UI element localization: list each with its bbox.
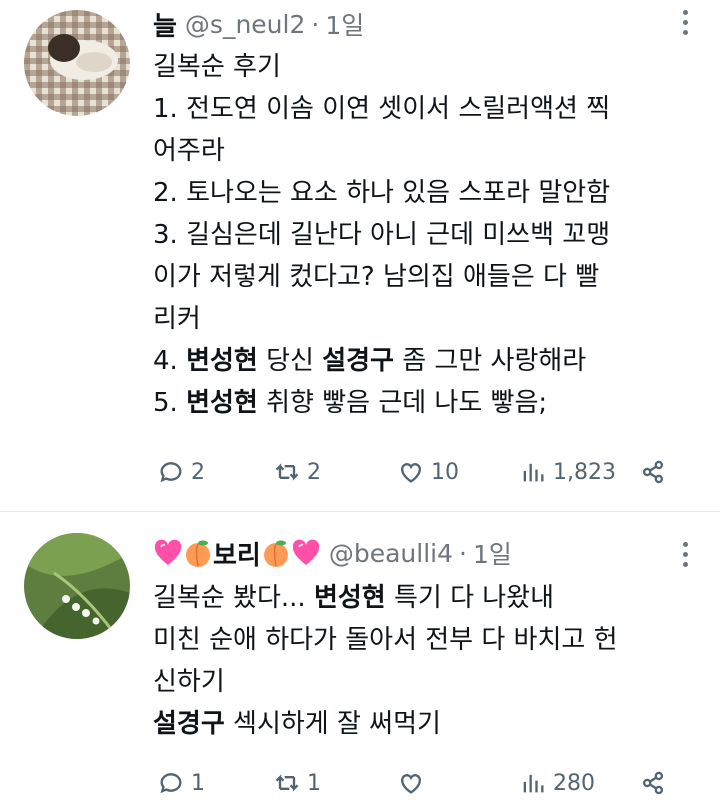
speech-bubble-icon bbox=[160, 773, 182, 794]
mention-bold: 변성현 bbox=[186, 388, 258, 418]
tweet-line: 설경구 섹시하게 잘 써먹기 bbox=[153, 709, 441, 739]
tweet-text: 길복순 후기 1. 전도연 이솜 이연 셋이서 스릴러액션 찍 어주라 2. 토… bbox=[153, 46, 698, 424]
tweet-actions: 2 2 10 1,823 bbox=[153, 452, 683, 492]
reply-button[interactable]: 2 bbox=[157, 452, 205, 492]
author-handle[interactable]: @s_neul2 bbox=[185, 10, 305, 39]
share-button[interactable] bbox=[639, 763, 667, 803]
tweet-line: 이가 저렇게 컸다고? 남의집 애들은 다 빨 bbox=[153, 262, 600, 292]
mention-bold: 변성현 bbox=[313, 583, 386, 613]
timestamp[interactable]: 1일 bbox=[473, 535, 512, 571]
like-button[interactable] bbox=[397, 763, 431, 803]
more-options-icon[interactable] bbox=[680, 10, 690, 35]
tweet-line: 미친 순애 하다가 돌아서 전부 다 바치고 헌 bbox=[153, 625, 618, 655]
tweet-line: 4. 변성현 당신 설경구 좀 그만 사랑해라 bbox=[153, 346, 587, 376]
share-icon bbox=[642, 460, 664, 484]
heart-outline-icon bbox=[401, 774, 421, 794]
author-name[interactable]: 보리 bbox=[213, 535, 261, 572]
tweet-line: 길복순 봤다... 변성현 특기 다 나왔내 bbox=[153, 583, 555, 613]
tweet-text: 길복순 봤다... 변성현 특기 다 나왔내 미친 순애 하다가 돌아서 전부 … bbox=[153, 577, 698, 745]
tweet-line: 3. 길심은데 길난다 아니 근데 미쓰백 꼬맹 bbox=[153, 220, 611, 250]
separator-dot: · bbox=[311, 9, 320, 39]
pink-heart-emoji bbox=[292, 539, 319, 565]
tweet-line: 1. 전도연 이솜 이연 셋이서 스릴러액션 찍 bbox=[153, 94, 611, 124]
tweet-line: 길복순 후기 bbox=[153, 52, 281, 82]
peach-emoji bbox=[263, 540, 288, 567]
speech-bubble-icon bbox=[160, 462, 182, 483]
tweet-header: 보리 @beaulli4 · 1일 bbox=[153, 533, 512, 573]
retweet-button[interactable]: 1 bbox=[273, 763, 321, 803]
tweet-header: 늘 @s_neul2 · 1일 bbox=[153, 4, 364, 44]
retweet-count: 2 bbox=[307, 459, 321, 485]
timestamp[interactable]: 1일 bbox=[325, 6, 364, 42]
bar-chart-icon bbox=[523, 463, 544, 482]
pink-heart-emoji bbox=[154, 539, 182, 565]
mention-bold: 설경구 bbox=[153, 709, 225, 739]
reply-count: 2 bbox=[191, 459, 205, 485]
share-button[interactable] bbox=[639, 452, 667, 492]
separator-dot: · bbox=[459, 538, 467, 568]
tweet[interactable]: 보리 @beaulli4 · 1일 길복순 봤다... 변성현 특기 다 나왔내… bbox=[0, 513, 720, 808]
retweet-count: 1 bbox=[307, 770, 321, 796]
like-count: 10 bbox=[431, 459, 459, 485]
views-button[interactable]: 280 bbox=[519, 763, 595, 803]
reply-count: 1 bbox=[191, 770, 205, 796]
mention-bold: 변성현 bbox=[186, 346, 258, 376]
tweet-line: 2. 토나오는 요소 하나 있음 스포라 말안함 bbox=[153, 178, 611, 208]
share-icon bbox=[642, 771, 664, 795]
reply-button[interactable]: 1 bbox=[157, 763, 205, 803]
avatar[interactable] bbox=[24, 533, 130, 639]
tweet-line: 어주라 bbox=[153, 136, 225, 166]
author-handle[interactable]: @beaulli4 bbox=[329, 539, 453, 568]
avatar[interactable] bbox=[24, 10, 130, 116]
like-button[interactable]: 10 bbox=[397, 452, 459, 492]
retweet-arrows-icon bbox=[275, 463, 299, 481]
retweet-arrows-icon bbox=[275, 774, 299, 792]
tweet-line: 신하기 bbox=[153, 667, 225, 697]
tweet[interactable]: 늘 @s_neul2 · 1일 길복순 후기 1. 전도연 이솜 이연 셋이서 … bbox=[0, 0, 720, 512]
tweet-line: 리커 bbox=[153, 304, 201, 334]
more-options-icon[interactable] bbox=[680, 542, 690, 567]
views-button[interactable]: 1,823 bbox=[519, 452, 616, 492]
avatar-image bbox=[24, 10, 130, 116]
bar-chart-icon bbox=[523, 774, 544, 793]
author-name[interactable]: 늘 bbox=[153, 6, 177, 43]
tweet-line: 5. 변성현 취향 빻음 근데 나도 빻음; bbox=[153, 388, 548, 418]
avatar-image bbox=[24, 533, 130, 639]
view-count: 280 bbox=[553, 770, 595, 796]
heart-outline-icon bbox=[401, 463, 421, 483]
mention-bold: 설경구 bbox=[322, 346, 394, 376]
retweet-button[interactable]: 2 bbox=[273, 452, 321, 492]
tweet-actions: 1 1 280 bbox=[153, 763, 683, 803]
peach-emoji bbox=[186, 540, 210, 567]
view-count: 1,823 bbox=[553, 459, 616, 485]
